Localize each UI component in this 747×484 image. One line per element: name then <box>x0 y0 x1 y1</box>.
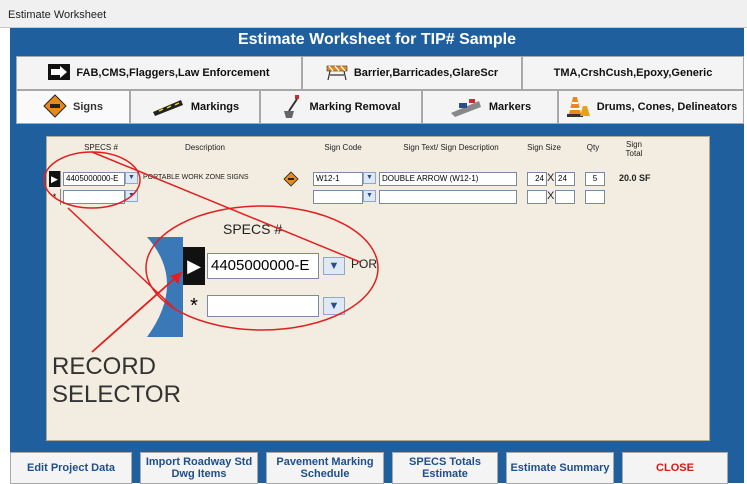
pavement-marking-schedule-button[interactable]: Pavement Marking Schedule <box>266 452 384 484</box>
annotation-line-2: SELECTOR <box>52 381 181 408</box>
record-selector-annotation: RECORD SELECTOR <box>52 353 181 409</box>
col-header-sign-total: Sign Total <box>625 140 643 158</box>
table-row: ▶ 4405000000-E ▼ PORTABLE WORK ZONE SIGN… <box>49 171 709 188</box>
road-marker-icon <box>449 95 483 120</box>
tab-markings-label: Markings <box>190 101 240 113</box>
window-title: Estimate Worksheet <box>0 0 747 28</box>
col-header-sign-size: Sign Size <box>527 143 561 152</box>
tab-drums-cones-label: Drums, Cones, Delineators <box>596 101 738 113</box>
close-button[interactable]: CLOSE <box>622 452 728 484</box>
tab-drums-cones[interactable]: Drums, Cones, Delineators <box>558 90 744 124</box>
tab-tma-label: TMA,CrshCush,Epoxy,Generic <box>553 67 713 79</box>
tab-marking-removal[interactable]: Marking Removal <box>260 90 422 124</box>
marking-tape-icon <box>151 96 185 119</box>
form-title: Estimate Worksheet for TIP# Sample <box>237 31 516 48</box>
zoom-specs-field: 4405000000-E <box>207 253 319 279</box>
zoom-specs-dropdown: ▼ <box>323 257 345 275</box>
zoom-new-specs-field <box>207 295 319 317</box>
tab-barrier-label: Barrier,Barricades,GlareScr <box>353 67 499 79</box>
new-qty-field[interactable] <box>585 190 605 204</box>
tab-signs[interactable]: Signs <box>16 90 130 124</box>
new-specs-field[interactable] <box>63 190 125 204</box>
tab-marking-removal-label: Marking Removal <box>309 101 401 113</box>
tab-row-top: FAB,CMS,Flaggers,Law Enforcement Barrier… <box>16 56 744 90</box>
zoom-specs-header: SPECS # <box>223 221 283 237</box>
record-selector-current[interactable]: ▶ <box>49 171 61 187</box>
col-header-sign-code: Sign Code <box>324 143 362 152</box>
new-sign-width-field[interactable] <box>527 190 547 204</box>
work-zone-sign-icon <box>43 93 67 121</box>
specs-totals-estimate-button[interactable]: SPECS Totals Estimate <box>392 452 498 484</box>
magnified-callout: SPECS # ▶ 4405000000-E ▼ POR * ▼ <box>147 217 379 347</box>
zoom-description-partial: POR <box>351 257 378 271</box>
col-header-specs: SPECS # <box>84 143 118 152</box>
qty-field[interactable]: 5 <box>585 172 605 186</box>
marking-removal-icon <box>281 93 303 122</box>
zoom-record-selector-current: ▶ <box>183 247 205 285</box>
size-x-separator: X <box>547 172 555 184</box>
tab-signs-label: Signs <box>73 101 103 113</box>
button-bar: Edit Project Data Import Roadway Std Dwg… <box>10 446 744 484</box>
description-text: PORTABLE WORK ZONE SIGNS <box>143 174 249 181</box>
tab-row-bottom: Signs Markings Marking Removal Markers D… <box>16 90 744 124</box>
col-header-qty: Qty <box>586 143 600 152</box>
annotation-line-1: RECORD <box>52 353 157 380</box>
new-size-x-separator: X <box>547 190 555 202</box>
estimate-summary-button[interactable]: Estimate Summary <box>506 452 614 484</box>
tab-markers[interactable]: Markers <box>422 90 558 124</box>
col-header-sign-text: Sign Text/ Sign Description <box>403 143 499 152</box>
arrow-sign-icon <box>48 63 71 83</box>
sign-total-value: 20.0 SF <box>619 173 651 183</box>
sign-height-field[interactable]: 24 <box>555 172 575 186</box>
specs-dropdown[interactable]: ▼ <box>125 172 138 184</box>
record-selector-new[interactable]: * <box>49 189 61 205</box>
new-sign-text-field[interactable] <box>379 190 517 204</box>
traffic-cone-icon <box>565 94 591 121</box>
tab-fab-cms[interactable]: FAB,CMS,Flaggers,Law Enforcement <box>16 56 302 90</box>
sign-text-field[interactable]: DOUBLE ARROW (W12-1) <box>379 172 517 186</box>
zoom-new-specs-dropdown: ▼ <box>323 297 345 315</box>
sign-code-dropdown[interactable]: ▼ <box>363 172 376 184</box>
specs-field[interactable]: 4405000000-E <box>63 172 125 186</box>
edit-project-data-button[interactable]: Edit Project Data <box>10 452 132 484</box>
zoom-record-selector-new: * <box>190 294 198 317</box>
tab-tma[interactable]: TMA,CrshCush,Epoxy,Generic <box>522 56 744 90</box>
new-sign-code-dropdown[interactable]: ▼ <box>363 190 376 202</box>
new-sign-code-field[interactable] <box>313 190 363 204</box>
sign-width-field[interactable]: 24 <box>527 172 547 186</box>
new-specs-dropdown[interactable]: ▼ <box>125 190 138 202</box>
import-roadway-button[interactable]: Import Roadway Std Dwg Items <box>140 452 258 484</box>
tab-markers-label: Markers <box>488 101 532 113</box>
form-frame: Estimate Worksheet for TIP# Sample FAB,C… <box>10 28 744 484</box>
table-row-new: * ▼ ▼ X <box>49 189 709 206</box>
tab-fab-cms-label: FAB,CMS,Flaggers,Law Enforcement <box>76 67 270 79</box>
col-header-description: Description <box>184 143 225 152</box>
tab-barrier[interactable]: Barrier,Barricades,GlareScr <box>302 56 522 90</box>
barricade-icon <box>326 63 348 84</box>
sign-code-field[interactable]: W12-1 <box>313 172 363 186</box>
tab-markings[interactable]: Markings <box>130 90 260 124</box>
new-sign-height-field[interactable] <box>555 190 575 204</box>
